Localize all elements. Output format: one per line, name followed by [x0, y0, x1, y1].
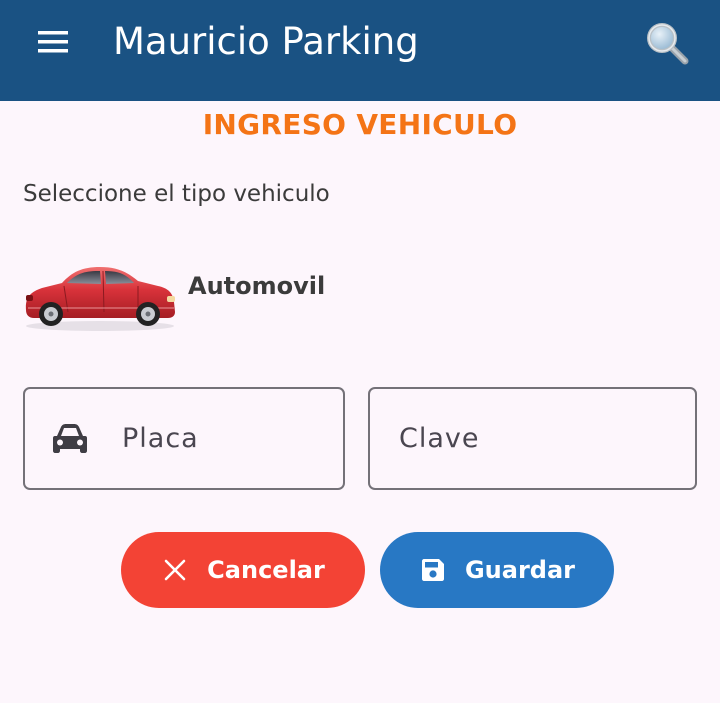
cancel-button-label: Cancelar [207, 556, 325, 584]
search-icon [647, 23, 689, 65]
cancel-button[interactable]: Cancelar [121, 532, 365, 608]
save-button[interactable]: Guardar [380, 532, 614, 608]
vehicle-type-option-automovil[interactable]: Automovil [20, 250, 350, 336]
menu-icon [38, 31, 68, 53]
placa-field[interactable]: Placa [23, 387, 345, 490]
page-heading: INGRESO VEHICULO [202, 108, 518, 141]
vehicle-type-prompt: Seleccione el tipo vehiculo [23, 181, 330, 207]
car-icon [53, 424, 87, 453]
clave-field[interactable]: Clave [368, 387, 697, 490]
search-button[interactable] [638, 14, 696, 72]
app-bar: Mauricio Parking [0, 0, 720, 101]
vehicle-type-label: Automovil [188, 272, 326, 300]
app-title: Mauricio Parking [113, 20, 419, 63]
red-car-image [25, 267, 175, 331]
close-icon [161, 556, 189, 584]
placa-placeholder: Placa [122, 423, 199, 454]
save-icon [419, 556, 447, 584]
save-button-label: Guardar [464, 556, 576, 584]
menu-button[interactable] [26, 22, 82, 62]
clave-placeholder: Clave [399, 423, 480, 454]
